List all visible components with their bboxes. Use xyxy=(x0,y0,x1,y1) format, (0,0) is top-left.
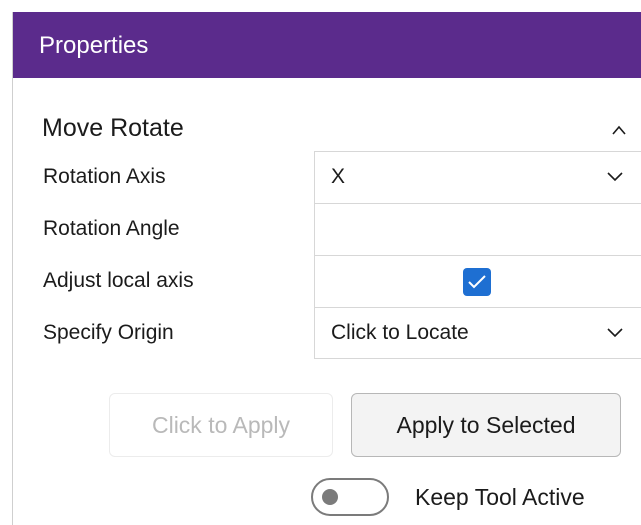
property-row-adjust-local-axis: Adjust local axis xyxy=(13,255,641,307)
keep-tool-active-toggle[interactable] xyxy=(311,478,389,516)
property-label: Rotation Angle xyxy=(43,217,180,240)
property-row-specify-origin: Specify Origin Click to Locate xyxy=(13,307,641,359)
click-to-apply-button[interactable]: Click to Apply xyxy=(109,393,333,457)
chevron-down-icon xyxy=(607,328,623,338)
adjust-local-axis-cell xyxy=(314,255,641,307)
property-label: Adjust local axis xyxy=(43,269,194,292)
section-title: Move Rotate xyxy=(42,114,184,142)
apply-to-selected-button[interactable]: Apply to Selected xyxy=(351,393,621,457)
rotation-angle-input[interactable] xyxy=(314,203,641,255)
property-label: Specify Origin xyxy=(43,321,174,344)
keep-tool-active-label: Keep Tool Active xyxy=(415,484,585,510)
adjust-local-axis-checkbox[interactable] xyxy=(463,268,491,296)
property-row-rotation-angle: Rotation Angle xyxy=(13,203,641,255)
chevron-up-icon[interactable] xyxy=(612,124,626,138)
panel-header: Properties xyxy=(13,12,641,78)
property-row-rotation-axis: Rotation Axis X xyxy=(13,151,641,203)
dropdown-value: Click to Locate xyxy=(331,321,469,344)
property-label: Rotation Axis xyxy=(43,165,166,188)
specify-origin-dropdown[interactable]: Click to Locate xyxy=(314,307,641,359)
properties-panel: Properties Move Rotate Rotation Axis X R… xyxy=(12,12,641,525)
toggle-knob xyxy=(322,489,338,505)
dropdown-value: X xyxy=(331,165,346,188)
chevron-down-icon xyxy=(607,172,623,182)
panel-title: Properties xyxy=(39,32,149,59)
rotation-axis-dropdown[interactable]: X xyxy=(314,151,641,203)
property-grid: Rotation Axis X Rotation Angle Adjust lo… xyxy=(13,151,641,359)
checkmark-icon xyxy=(468,275,486,289)
